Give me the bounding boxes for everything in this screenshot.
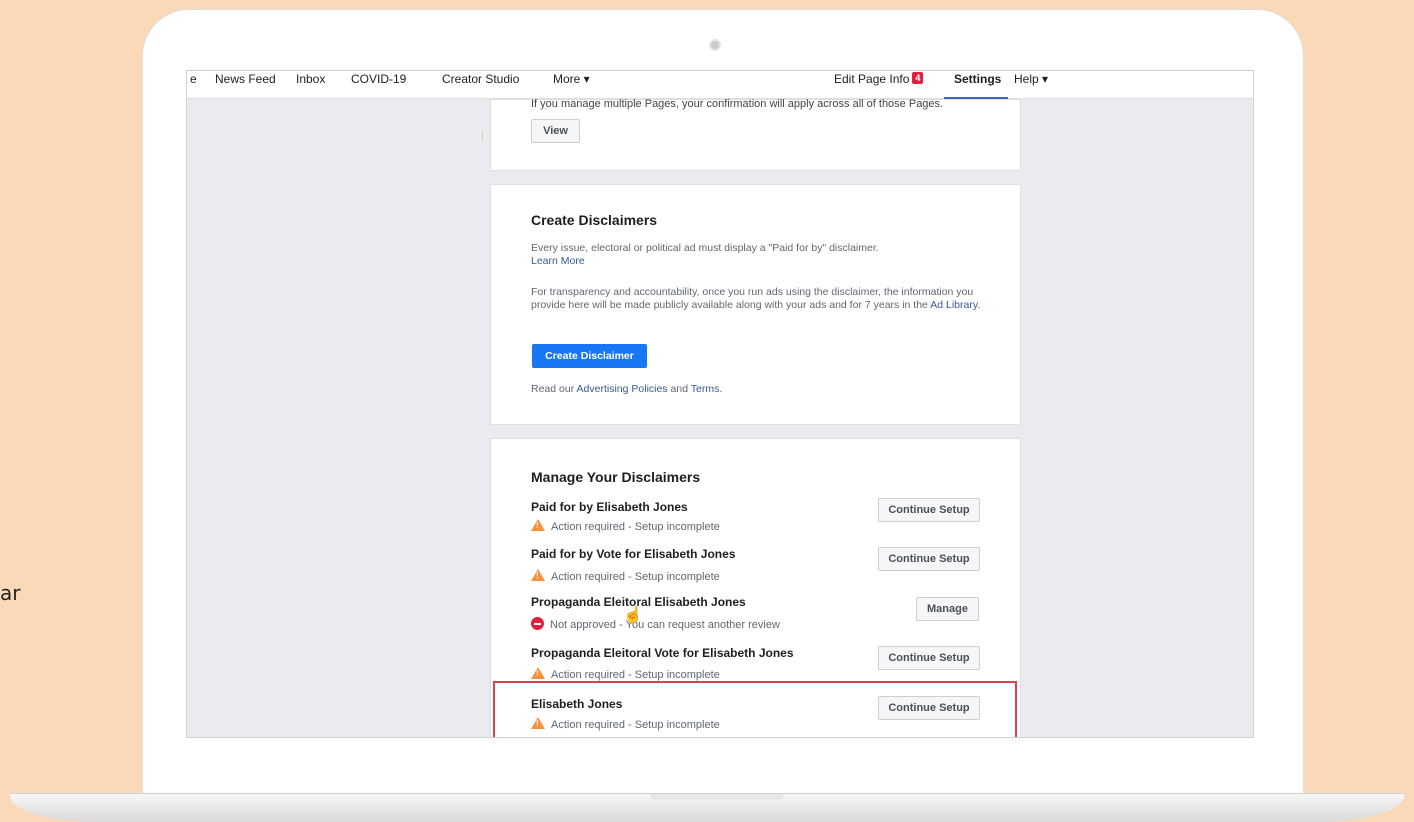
- manage-button[interactable]: Manage: [916, 597, 979, 621]
- view-button[interactable]: View: [531, 119, 580, 143]
- status-text: Not approved - You can request another r…: [550, 619, 780, 631]
- status-text: Action required - Setup incomplete: [551, 571, 720, 583]
- nav-item-home-partial[interactable]: e: [190, 71, 197, 99]
- base-notch: [650, 794, 784, 800]
- browser-screen: e News Feed Inbox COVID-19 Creator Studi…: [186, 70, 1254, 738]
- nav-item-news-feed[interactable]: News Feed: [215, 71, 276, 99]
- continue-setup-button[interactable]: Continue Setup: [878, 646, 980, 670]
- edit-page-info-label: Edit Page Info: [834, 72, 910, 86]
- ad-library-link[interactable]: Ad Library: [930, 299, 977, 311]
- nav-item-help[interactable]: Help ▾: [1014, 71, 1048, 99]
- disclaimer-info-text: Every issue, electoral or political ad m…: [531, 242, 981, 268]
- create-disclaimers-title: Create Disclaimers: [531, 212, 658, 228]
- highlight-box: [493, 681, 1017, 737]
- warning-icon: [531, 667, 545, 679]
- nav-item-settings[interactable]: Settings: [954, 71, 1001, 99]
- divider: [482, 131, 483, 141]
- nav-item-creator-studio[interactable]: Creator Studio: [442, 71, 519, 99]
- disclaimer-info-sentence: Every issue, electoral or political ad m…: [531, 242, 879, 254]
- disclaimer-name: Paid for by Elisabeth Jones: [531, 500, 688, 514]
- warning-icon: [531, 519, 545, 531]
- disclaimer-status: Action required - Setup incomplete: [531, 667, 720, 681]
- laptop-base: [10, 794, 1404, 822]
- transparency-sentence: For transparency and accountability, onc…: [531, 286, 974, 311]
- disclaimer-status: Action required - Setup incomplete: [531, 519, 720, 533]
- policies-and: and: [670, 383, 689, 395]
- transparency-text: For transparency and accountability, onc…: [531, 286, 981, 312]
- create-disclaimer-button[interactable]: Create Disclaimer: [532, 344, 647, 368]
- partial-confirmation-text: If you manage multiple Pages, your confi…: [531, 98, 944, 110]
- nav-item-edit-page-info[interactable]: Edit Page Info 4: [834, 71, 924, 99]
- transparency-period: .: [977, 299, 981, 311]
- hand-cursor-icon: ☝: [623, 607, 643, 624]
- create-disclaimers-card: Create Disclaimers Every issue, electora…: [490, 184, 1021, 425]
- advertising-policies-link[interactable]: Advertising Policies: [577, 383, 668, 395]
- disclaimer-status: Not approved - You can request another r…: [531, 617, 780, 631]
- policies-prefix: Read our: [531, 383, 575, 395]
- nav-item-inbox[interactable]: Inbox: [296, 71, 325, 99]
- nav-item-covid19[interactable]: COVID-19: [351, 71, 406, 99]
- top-nav-bar: e News Feed Inbox COVID-19 Creator Studi…: [187, 71, 1253, 99]
- confirmation-card: If you manage multiple Pages, your confi…: [490, 98, 1021, 171]
- manage-disclaimers-title: Manage Your Disclaimers: [531, 469, 701, 485]
- terms-link[interactable]: Terms: [691, 383, 720, 395]
- not-approved-icon: [531, 617, 544, 630]
- policies-text: Read our Advertising Policies and Terms.: [531, 383, 981, 396]
- warning-icon: [531, 569, 545, 581]
- status-text: Action required - Setup incomplete: [551, 521, 720, 533]
- camera-icon: [709, 39, 721, 51]
- continue-setup-button[interactable]: Continue Setup: [878, 498, 980, 522]
- continue-setup-button[interactable]: Continue Setup: [878, 547, 980, 571]
- notification-badge: 4: [912, 72, 924, 84]
- policies-period: .: [719, 383, 723, 395]
- side-text: ar: [0, 581, 21, 605]
- learn-more-link[interactable]: Learn More: [531, 255, 585, 267]
- disclaimer-status: Action required - Setup incomplete: [531, 569, 720, 583]
- disclaimer-name: Paid for by Vote for Elisabeth Jones: [531, 547, 736, 561]
- nav-item-more[interactable]: More ▾: [553, 71, 590, 99]
- disclaimer-name: Propaganda Eleitoral Vote for Elisabeth …: [531, 646, 794, 660]
- status-text: Action required - Setup incomplete: [551, 669, 720, 681]
